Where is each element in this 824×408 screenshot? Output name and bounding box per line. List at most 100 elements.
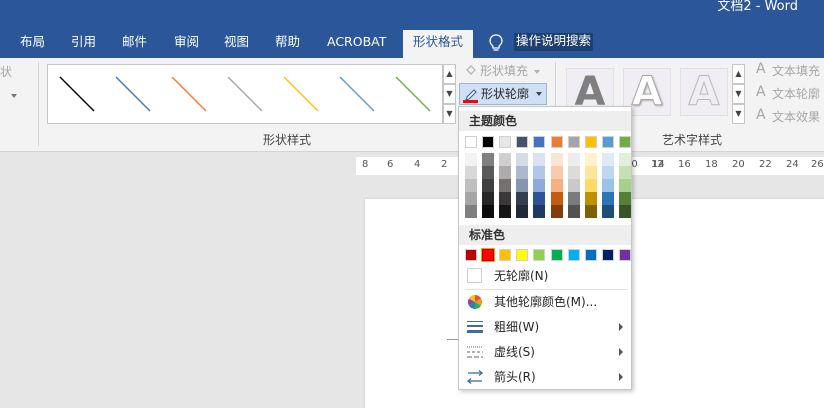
theme-shade-swatch[interactable] [618, 205, 631, 218]
line-style-preview-5[interactable] [283, 76, 319, 112]
wordart-scroll-up[interactable]: ▲ [732, 64, 745, 84]
more-outline-colors-item[interactable]: 其他轮廓颜色(M)... [459, 290, 631, 314]
theme-shade-swatch[interactable] [533, 153, 546, 166]
theme-shade-swatch[interactable] [567, 153, 580, 166]
theme-shade-swatch[interactable] [601, 179, 614, 192]
theme-shade-swatch[interactable] [533, 192, 546, 205]
theme-color-swatch[interactable] [550, 136, 563, 148]
theme-shade-swatch[interactable] [516, 153, 529, 166]
standard-color-swatch[interactable] [584, 249, 597, 261]
wordart-style-3[interactable]: A [680, 68, 728, 116]
line-style-preview-1[interactable] [59, 76, 95, 112]
theme-shade-swatch[interactable] [601, 153, 614, 166]
theme-shade-swatch[interactable] [465, 192, 477, 205]
shape-outline-button[interactable]: 形状轮廓 [459, 83, 547, 105]
line-style-preview-6[interactable] [339, 76, 375, 112]
standard-color-swatch[interactable] [618, 249, 631, 261]
tell-me-search[interactable]: 操作说明搜索 [514, 33, 594, 51]
theme-shade-swatch[interactable] [618, 166, 631, 179]
tab-help[interactable]: 帮助 [275, 28, 300, 58]
standard-color-swatch[interactable] [499, 249, 512, 261]
theme-color-swatch[interactable] [618, 136, 631, 148]
theme-shade-swatch[interactable] [533, 166, 546, 179]
shape-fill-button[interactable]: 形状填充 [480, 61, 528, 81]
theme-shade-swatch[interactable] [533, 179, 546, 192]
theme-shade-swatch[interactable] [465, 166, 477, 179]
tab-references[interactable]: 引用 [71, 28, 96, 58]
tab-acrobat[interactable]: ACROBAT [327, 28, 386, 58]
theme-color-swatch[interactable] [516, 136, 529, 148]
theme-shade-swatch[interactable] [482, 205, 495, 218]
theme-shade-swatch[interactable] [482, 166, 495, 179]
text-fill-button[interactable]: 文本填充 [772, 61, 820, 81]
line-style-preview-4[interactable] [227, 76, 263, 112]
theme-shade-swatch[interactable] [584, 192, 597, 205]
theme-shade-swatch[interactable] [499, 192, 512, 205]
theme-shade-swatch[interactable] [618, 153, 631, 166]
line-style-preview-3[interactable] [171, 76, 207, 112]
theme-shade-swatch[interactable] [465, 205, 477, 218]
theme-shade-swatch[interactable] [567, 179, 580, 192]
gallery-scroll-up[interactable]: ▲ [443, 64, 456, 84]
theme-shade-swatch[interactable] [499, 166, 512, 179]
wordart-more[interactable]: ▼ [732, 104, 745, 124]
tab-mailings[interactable]: 邮件 [122, 28, 147, 58]
theme-shade-swatch[interactable] [584, 205, 597, 218]
theme-shade-swatch[interactable] [482, 153, 495, 166]
theme-shade-swatch[interactable] [482, 192, 495, 205]
gallery-more[interactable]: ▼ [443, 104, 456, 124]
theme-shade-swatch[interactable] [499, 205, 512, 218]
tab-review[interactable]: 审阅 [174, 28, 199, 58]
theme-shade-swatch[interactable] [601, 166, 614, 179]
shape-style-gallery[interactable] [47, 64, 443, 124]
theme-shade-swatch[interactable] [601, 205, 614, 218]
theme-shade-swatch[interactable] [516, 179, 529, 192]
standard-color-swatch[interactable] [567, 249, 580, 261]
standard-color-swatch[interactable] [516, 249, 529, 261]
tab-layout[interactable]: 布局 [20, 28, 45, 58]
weight-item[interactable]: 粗细(W) [459, 315, 631, 339]
theme-shade-swatch[interactable] [550, 205, 563, 218]
text-effect-button[interactable]: 文本效果 [772, 107, 820, 127]
text-outline-button[interactable]: 文本轮廓 [772, 84, 820, 104]
chevron-down-icon[interactable] [11, 94, 17, 98]
theme-shade-swatch[interactable] [618, 192, 631, 205]
standard-color-swatch[interactable] [465, 249, 477, 261]
theme-color-swatch[interactable] [567, 136, 580, 148]
line-style-preview-7[interactable] [395, 76, 431, 112]
tab-shape-format[interactable]: 形状格式 [403, 30, 474, 58]
theme-color-swatch[interactable] [465, 136, 477, 148]
theme-shade-swatch[interactable] [550, 192, 563, 205]
theme-shade-swatch[interactable] [601, 192, 614, 205]
standard-color-swatch[interactable] [482, 249, 495, 261]
theme-shade-swatch[interactable] [550, 166, 563, 179]
theme-shade-swatch[interactable] [482, 179, 495, 192]
theme-shade-swatch[interactable] [584, 166, 597, 179]
standard-color-swatch[interactable] [601, 249, 614, 261]
standard-color-swatch[interactable] [533, 249, 546, 261]
wordart-scroll-down[interactable]: ▼ [732, 84, 745, 104]
theme-color-swatch[interactable] [482, 136, 495, 148]
theme-shade-swatch[interactable] [516, 205, 529, 218]
theme-shade-swatch[interactable] [584, 179, 597, 192]
theme-shade-swatch[interactable] [465, 153, 477, 166]
gallery-scroll-down[interactable]: ▼ [443, 84, 456, 104]
theme-shade-swatch[interactable] [499, 153, 512, 166]
theme-shade-swatch[interactable] [567, 192, 580, 205]
theme-shade-swatch[interactable] [567, 205, 580, 218]
theme-shade-swatch[interactable] [533, 205, 546, 218]
theme-color-swatch[interactable] [584, 136, 597, 148]
theme-color-swatch[interactable] [499, 136, 512, 148]
theme-shade-swatch[interactable] [567, 166, 580, 179]
theme-shade-swatch[interactable] [550, 179, 563, 192]
theme-shade-swatch[interactable] [618, 179, 631, 192]
theme-shade-swatch[interactable] [465, 179, 477, 192]
theme-shade-swatch[interactable] [516, 166, 529, 179]
theme-shade-swatch[interactable] [516, 192, 529, 205]
tab-view[interactable]: 视图 [224, 28, 249, 58]
theme-color-swatch[interactable] [601, 136, 614, 148]
theme-color-swatch[interactable] [533, 136, 546, 148]
arrows-item[interactable]: 箭头(R) [459, 365, 631, 389]
no-outline-item[interactable]: 无轮廓(N) [459, 264, 631, 288]
standard-color-swatch[interactable] [550, 249, 563, 261]
